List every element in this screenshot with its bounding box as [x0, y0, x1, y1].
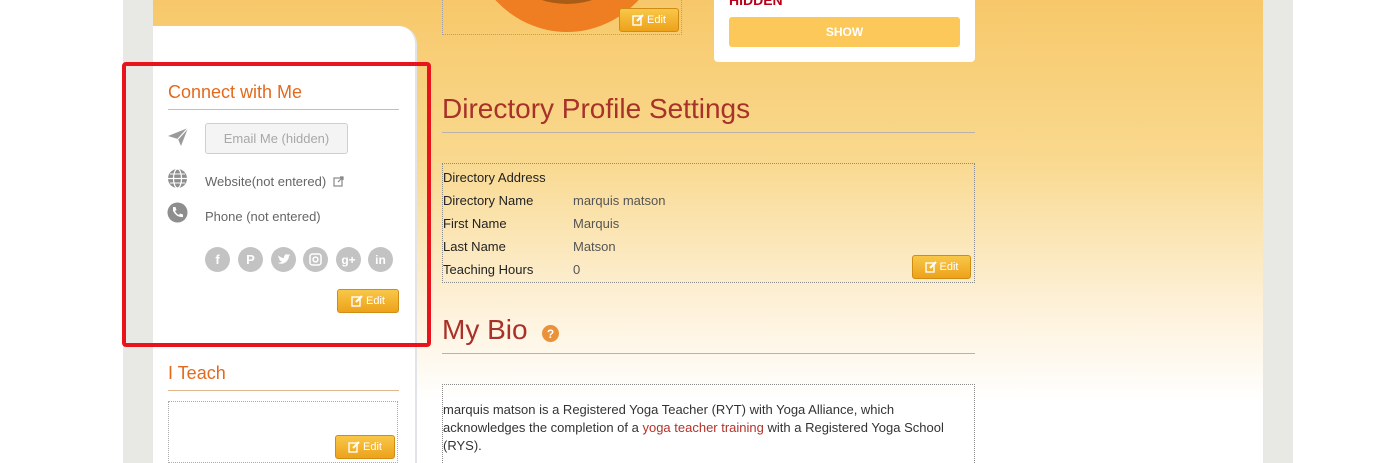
- first-name-value: Marquis: [573, 216, 620, 231]
- directory-name-value: marquis matson: [573, 193, 666, 208]
- edit-label: Edit: [647, 14, 666, 26]
- directory-divider: [442, 132, 975, 133]
- teaching-hours-label: Teaching Hours: [443, 262, 534, 277]
- directory-address-label: Directory Address: [443, 170, 546, 185]
- directory-name-label: Directory Name: [443, 193, 534, 208]
- bio-title: My Bio: [442, 314, 528, 345]
- i-teach-title: I Teach: [168, 363, 226, 383]
- visibility-status: HIDDEN: [729, 0, 783, 8]
- edit-label: Edit: [363, 441, 382, 453]
- edit-icon: [924, 261, 937, 273]
- bio-divider: [442, 353, 975, 354]
- bio-text: marquis matson is a Registered Yoga Teac…: [443, 401, 963, 455]
- teaching-hours-value: 0: [573, 262, 581, 277]
- yoga-teacher-training-link[interactable]: yoga teacher training: [642, 420, 763, 435]
- i-teach-edit-button[interactable]: Edit: [335, 435, 395, 459]
- directory-title: Directory Profile Settings: [442, 93, 751, 124]
- edit-label: Edit: [939, 261, 959, 273]
- show-button[interactable]: SHOW: [729, 17, 960, 47]
- highlight-box: [122, 62, 431, 347]
- last-name-label: Last Name: [443, 239, 506, 254]
- i-teach-divider: [168, 390, 399, 391]
- last-name-value: Matson: [573, 239, 616, 254]
- right-gutter: [1263, 0, 1293, 463]
- directory-edit-button[interactable]: Edit: [912, 255, 971, 279]
- profile-photo-edit-button[interactable]: Edit: [619, 8, 679, 32]
- edit-icon: [632, 14, 644, 26]
- edit-icon: [348, 441, 360, 453]
- help-icon[interactable]: ?: [542, 325, 559, 342]
- first-name-label: First Name: [443, 216, 507, 231]
